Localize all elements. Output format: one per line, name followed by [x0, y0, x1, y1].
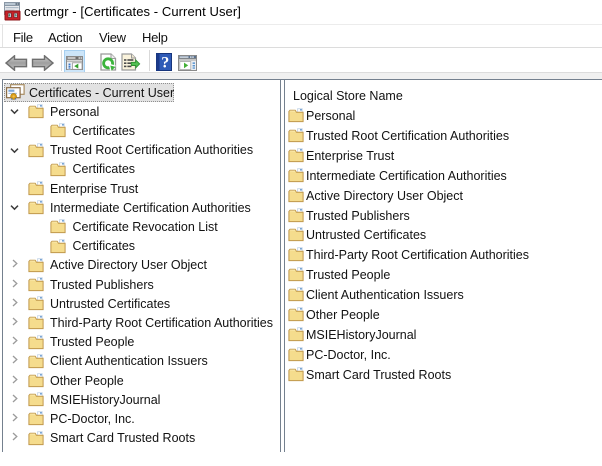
- svg-text:?: ?: [161, 55, 169, 72]
